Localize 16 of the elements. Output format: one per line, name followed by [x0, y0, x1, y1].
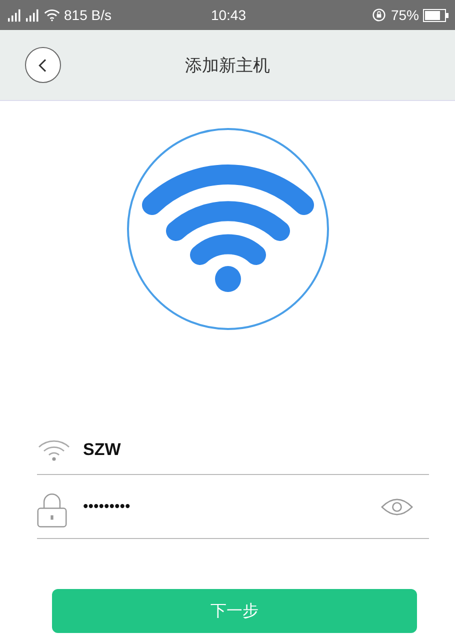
network-speed: 815 B/s: [64, 7, 112, 23]
back-button[interactable]: [25, 47, 61, 83]
wifi-icon: [37, 438, 71, 460]
battery-percent: 75%: [390, 7, 419, 23]
clock: 10:43: [210, 7, 246, 23]
wifi-icon: [44, 8, 60, 22]
lock-icon: [37, 490, 67, 528]
signal-icon: [8, 8, 22, 22]
page-title: 添加新主机: [184, 54, 271, 76]
password-field[interactable]: •••••••••: [83, 498, 173, 515]
battery-icon: [422, 8, 449, 22]
rotation-lock-icon: [370, 8, 387, 22]
signal-icon: [26, 8, 40, 22]
eye-icon[interactable]: [381, 496, 413, 516]
chevron-left-icon: [38, 58, 48, 72]
ssid-field[interactable]: SZW: [83, 440, 183, 460]
